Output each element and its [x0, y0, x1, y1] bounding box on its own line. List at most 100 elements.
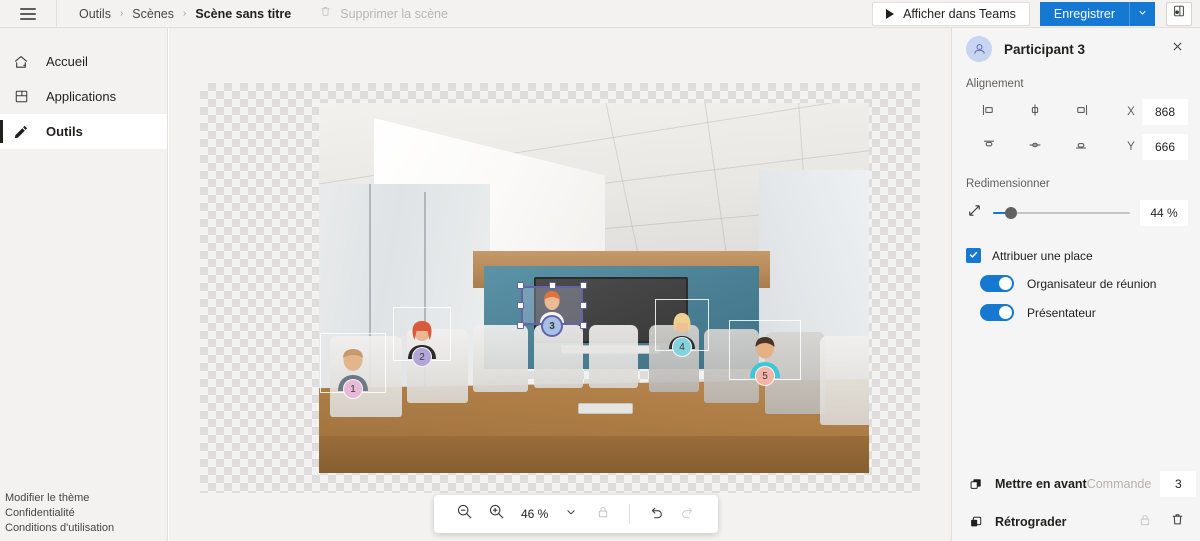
footer-link-terms[interactable]: Conditions d'utilisation: [5, 521, 114, 536]
breadcrumb: Outils › Scènes › Scène sans titre Suppr…: [57, 0, 448, 28]
sidebar-item-label: Applications: [46, 89, 117, 104]
zoom-in-button[interactable]: [480, 498, 512, 530]
zoom-toolbar: 46 %: [434, 495, 719, 533]
sidebar-item-applications[interactable]: Applications: [0, 79, 167, 114]
panel-header: Participant 3: [952, 28, 1200, 70]
align-bottom-button[interactable]: [1058, 134, 1104, 160]
align-center-vertical-button[interactable]: [1012, 134, 1058, 160]
undo-button[interactable]: [640, 498, 672, 530]
presenter-toggle[interactable]: [980, 304, 1014, 321]
assign-seat-checkbox-row[interactable]: Attribuer une place: [952, 226, 1200, 263]
chevron-down-icon: [565, 505, 577, 523]
sidebar-footer: Modifier le thème Confidentialité Condit…: [5, 491, 114, 536]
toolbar-actions: Afficher dans Teams Enregistrer: [872, 0, 1200, 28]
save-button-group: Enregistrer: [1039, 1, 1155, 26]
toolbar-divider: [629, 504, 631, 524]
x-coordinate-field[interactable]: X 868: [1120, 99, 1188, 125]
scene-canvas[interactable]: 1 2 3 4 5: [200, 83, 920, 493]
sidebar-item-label: Outils: [46, 124, 83, 139]
chair: [588, 325, 638, 388]
zoom-dropdown-button[interactable]: [555, 498, 587, 530]
participant-item-selected[interactable]: 3: [517, 282, 587, 337]
resize-row: 44 %: [952, 190, 1200, 226]
canvas-lock-button[interactable]: [587, 498, 619, 530]
redo-icon: [680, 504, 696, 525]
organizer-toggle-row[interactable]: Organisateur de réunion: [952, 263, 1200, 292]
align-top-button[interactable]: [966, 134, 1012, 160]
alignment-section-label: Alignement: [966, 78, 1024, 90]
sidebar-item-outils[interactable]: Outils: [0, 114, 167, 149]
align-right-icon: [1072, 101, 1090, 124]
resize-handle-sw[interactable]: [517, 322, 524, 329]
delete-button[interactable]: [1164, 509, 1190, 535]
grid-apps-icon: [12, 88, 30, 106]
slider-thumb[interactable]: [1004, 207, 1017, 219]
send-backward-row[interactable]: Rétrograder: [952, 503, 1200, 541]
resize-section-label: Redimensionner: [966, 178, 1050, 190]
table-conference-device: [577, 402, 633, 414]
hamburger-menu-button[interactable]: [0, 0, 56, 28]
zoom-in-icon: [488, 503, 505, 525]
align-center-horizontal-icon: [1026, 101, 1044, 124]
resize-handle-ne[interactable]: [580, 282, 587, 289]
resize-percent-value[interactable]: 44 %: [1140, 200, 1188, 226]
canvas-area[interactable]: 1 2 3 4 5 46 %: [169, 28, 951, 541]
panel-toggle-button[interactable]: [1166, 1, 1192, 26]
save-dropdown-button[interactable]: [1129, 1, 1155, 26]
y-coordinate-value[interactable]: 666: [1142, 134, 1188, 160]
trash-icon: [319, 5, 332, 23]
align-left-button[interactable]: [966, 99, 1012, 125]
assign-seat-checkbox[interactable]: [966, 248, 981, 263]
properties-panel: Participant 3 Alignement X 868 Y 666 Red…: [951, 28, 1200, 541]
participant-item[interactable]: 4: [655, 299, 709, 357]
redo-button[interactable]: [672, 498, 704, 530]
close-icon: [1171, 40, 1184, 58]
scene-background-image: [319, 103, 869, 473]
participant-item[interactable]: 5: [729, 320, 801, 386]
lock-button[interactable]: [1132, 509, 1158, 535]
alignment-row-horizontal: X 868: [952, 90, 1200, 125]
zoom-out-button[interactable]: [448, 498, 480, 530]
y-coordinate-field[interactable]: Y 666: [1120, 134, 1188, 160]
x-coordinate-value[interactable]: 868: [1142, 99, 1188, 125]
zoom-out-icon: [456, 503, 473, 525]
sidebar: Accueil Applications Outils Modifier le …: [0, 28, 168, 541]
organizer-toggle[interactable]: [980, 275, 1014, 292]
command-value[interactable]: 3: [1160, 471, 1197, 497]
close-panel-button[interactable]: [1166, 38, 1188, 60]
participant-item[interactable]: 1: [320, 333, 386, 399]
resize-handle-nw[interactable]: [517, 282, 524, 289]
resize-handle-se[interactable]: [580, 322, 587, 329]
save-button[interactable]: Enregistrer: [1039, 1, 1129, 26]
app-root: Outils › Scènes › Scène sans titre Suppr…: [0, 0, 1200, 541]
send-backward-icon: [968, 515, 984, 529]
breadcrumb-item-tools[interactable]: Outils: [79, 7, 111, 21]
view-in-teams-button[interactable]: Afficher dans Teams: [872, 1, 1030, 26]
sidebar-item-label: Accueil: [46, 54, 88, 69]
presenter-toggle-row[interactable]: Présentateur: [952, 292, 1200, 321]
sidebar-item-accueil[interactable]: Accueil: [0, 44, 167, 79]
bring-forward-row[interactable]: Mettre en avant Commande 3: [952, 465, 1200, 503]
send-backward-label: Rétrograder: [995, 515, 1067, 529]
footer-link-theme[interactable]: Modifier le thème: [5, 491, 114, 506]
resize-handle-e[interactable]: [580, 302, 587, 309]
y-coordinate-key: Y: [1120, 134, 1142, 160]
breadcrumb-item-scenes[interactable]: Scènes: [132, 7, 174, 21]
trash-icon: [1170, 512, 1185, 532]
zoom-level-value: 46 %: [521, 507, 549, 521]
pencil-icon: [12, 123, 30, 141]
resize-handle-n[interactable]: [548, 282, 556, 289]
participant-item[interactable]: 2: [393, 307, 451, 367]
align-right-button[interactable]: [1058, 99, 1104, 125]
lock-icon: [596, 505, 610, 524]
delete-scene-button[interactable]: Supprimer la scène: [319, 5, 448, 23]
align-center-horizontal-button[interactable]: [1012, 99, 1058, 125]
resize-slider[interactable]: [993, 204, 1130, 222]
breadcrumb-separator: ›: [119, 8, 124, 19]
footer-link-privacy[interactable]: Confidentialité: [5, 506, 114, 521]
undo-icon: [648, 504, 664, 525]
resize-handle-w[interactable]: [517, 302, 524, 309]
presenter-toggle-label: Présentateur: [1027, 305, 1096, 320]
participant-number-badge: 4: [672, 337, 692, 357]
panel-settings-icon: [1172, 4, 1186, 23]
